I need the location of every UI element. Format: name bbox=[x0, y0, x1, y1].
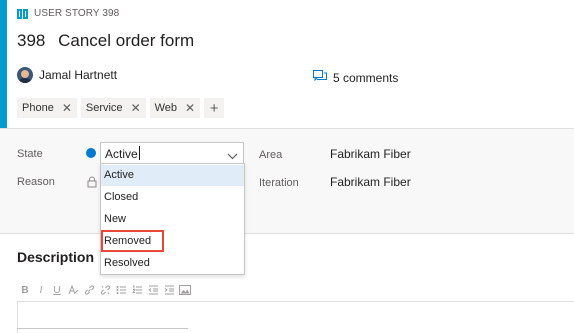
assigned-to-field[interactable]: Jamal Hartnett bbox=[17, 67, 117, 83]
state-option-active[interactable]: Active bbox=[101, 165, 244, 186]
unlink-icon[interactable] bbox=[97, 282, 113, 298]
avatar bbox=[17, 67, 33, 83]
work-item-id: 398 bbox=[17, 31, 46, 50]
close-icon[interactable]: ✕ bbox=[185, 102, 195, 114]
plus-icon: + bbox=[209, 99, 219, 117]
description-heading: Description bbox=[17, 249, 95, 265]
text-cursor bbox=[138, 146, 140, 160]
iteration-label: Iteration bbox=[259, 177, 299, 189]
state-combobox[interactable]: Active bbox=[100, 142, 244, 164]
work-item-title-text[interactable]: Cancel order form bbox=[58, 31, 194, 50]
state-label: State bbox=[17, 148, 43, 160]
book-icon bbox=[17, 8, 29, 19]
bulleted-list-icon[interactable] bbox=[113, 282, 129, 298]
tag-service[interactable]: Service ✕ bbox=[80, 98, 146, 118]
underline-icon[interactable]: U bbox=[49, 282, 65, 298]
assignee-name: Jamal Hartnett bbox=[39, 68, 118, 82]
decrease-indent-icon[interactable] bbox=[145, 282, 161, 298]
close-icon[interactable]: ✕ bbox=[62, 102, 72, 114]
state-option-removed[interactable]: Removed bbox=[101, 231, 244, 252]
numbered-list-icon[interactable] bbox=[129, 282, 145, 298]
bold-icon[interactable]: B bbox=[17, 282, 33, 298]
increase-indent-icon[interactable] bbox=[161, 282, 177, 298]
divider bbox=[17, 328, 188, 329]
iteration-value[interactable]: Fabrikam Fiber bbox=[330, 175, 411, 189]
highlight-icon[interactable] bbox=[65, 282, 81, 298]
work-item-form: USER STORY 398 398 Cancel order form Jam… bbox=[0, 0, 574, 333]
tag-label: Service bbox=[85, 102, 123, 114]
work-item-type-color-bar bbox=[0, 0, 7, 128]
work-item-title[interactable]: 398 Cancel order form bbox=[17, 31, 194, 51]
state-option-closed[interactable]: Closed bbox=[101, 187, 244, 208]
link-icon[interactable] bbox=[81, 282, 97, 298]
comments-link[interactable]: 5 comments bbox=[313, 70, 398, 85]
state-input-value[interactable]: Active bbox=[105, 146, 140, 161]
reason-label: Reason bbox=[17, 176, 55, 188]
state-option-resolved[interactable]: Resolved bbox=[101, 253, 244, 274]
comments-icon bbox=[313, 70, 327, 85]
italic-icon[interactable]: I bbox=[33, 282, 49, 298]
work-item-type: USER STORY 398 bbox=[17, 8, 119, 19]
state-dropdown-list: Active Closed New Removed Resolved bbox=[100, 163, 245, 275]
area-label: Area bbox=[259, 149, 283, 161]
area-value[interactable]: Fabrikam Fiber bbox=[330, 147, 411, 161]
tag-label: Web bbox=[154, 102, 178, 114]
rich-text-toolbar: B I U bbox=[17, 281, 574, 299]
work-item-header: USER STORY 398 398 Cancel order form Jam… bbox=[0, 0, 574, 128]
image-icon[interactable] bbox=[177, 282, 193, 298]
tags-bar: Phone ✕ Service ✕ Web ✕ + bbox=[17, 98, 225, 118]
lock-icon bbox=[87, 175, 97, 193]
state-option-new[interactable]: New bbox=[101, 209, 244, 230]
tag-label: Phone bbox=[22, 102, 54, 114]
tag-web[interactable]: Web ✕ bbox=[149, 98, 201, 118]
add-tag-button[interactable]: + bbox=[204, 98, 225, 118]
tag-phone[interactable]: Phone ✕ bbox=[17, 98, 77, 118]
work-item-type-label: USER STORY 398 bbox=[34, 8, 120, 19]
comments-count: 5 comments bbox=[333, 70, 399, 85]
state-color-indicator bbox=[86, 148, 96, 158]
close-icon[interactable]: ✕ bbox=[131, 102, 141, 114]
